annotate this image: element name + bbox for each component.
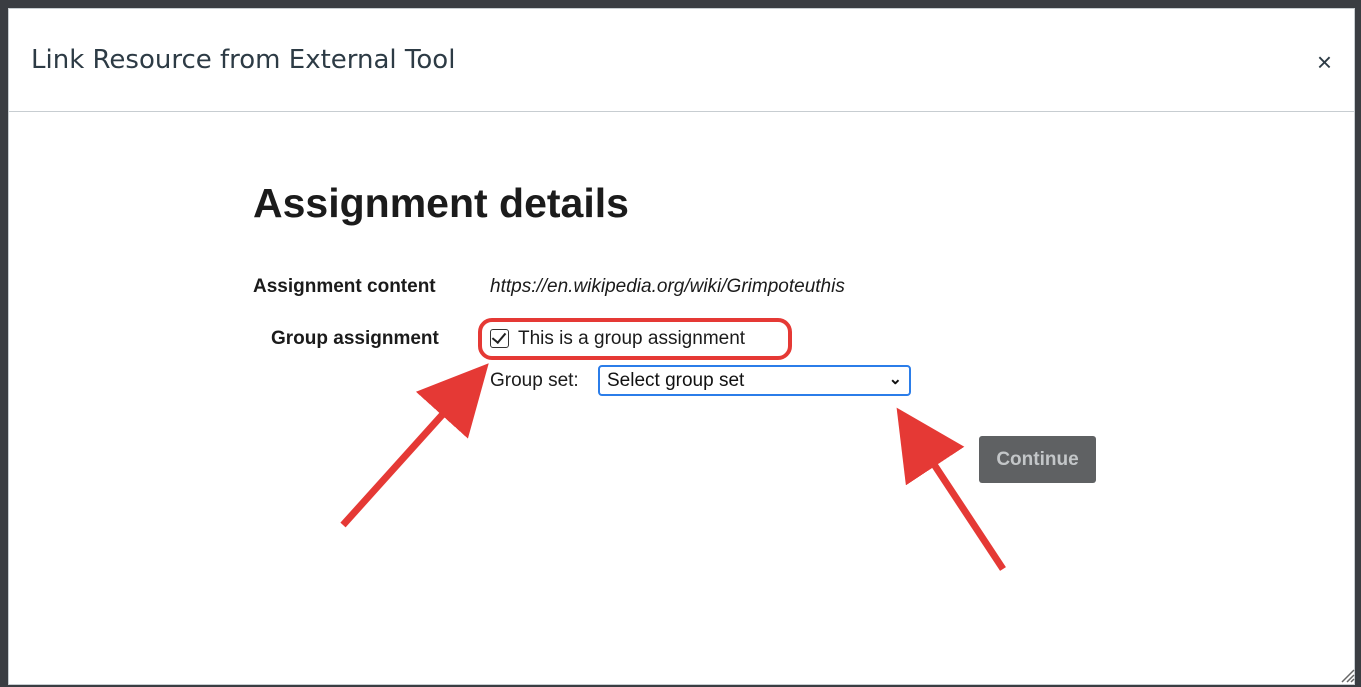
chevron-down-icon: ⌄	[888, 371, 902, 388]
continue-button[interactable]: Continue	[979, 436, 1096, 483]
group-set-select[interactable]: Select group set ⌄	[598, 365, 911, 396]
assignment-content-label: Assignment content	[253, 276, 436, 297]
dialog-title: Link Resource from External Tool	[31, 45, 456, 75]
group-assignment-checkbox[interactable]	[490, 328, 509, 348]
close-icon[interactable]: ×	[1317, 49, 1332, 75]
assignment-content-url: https://en.wikipedia.org/wiki/Grimpoteut…	[490, 276, 845, 297]
group-assignment-checkbox-label[interactable]: This is a group assignment	[518, 328, 745, 350]
group-set-label: Group set:	[490, 370, 579, 391]
group-set-selected-value: Select group set	[607, 370, 745, 391]
group-assignment-label: Group assignment	[271, 328, 439, 349]
dialog-header: Link Resource from External Tool ×	[9, 9, 1354, 112]
checkmark-icon	[491, 328, 507, 345]
resize-handle-icon[interactable]	[1339, 667, 1355, 683]
page-title: Assignment details	[253, 180, 629, 226]
